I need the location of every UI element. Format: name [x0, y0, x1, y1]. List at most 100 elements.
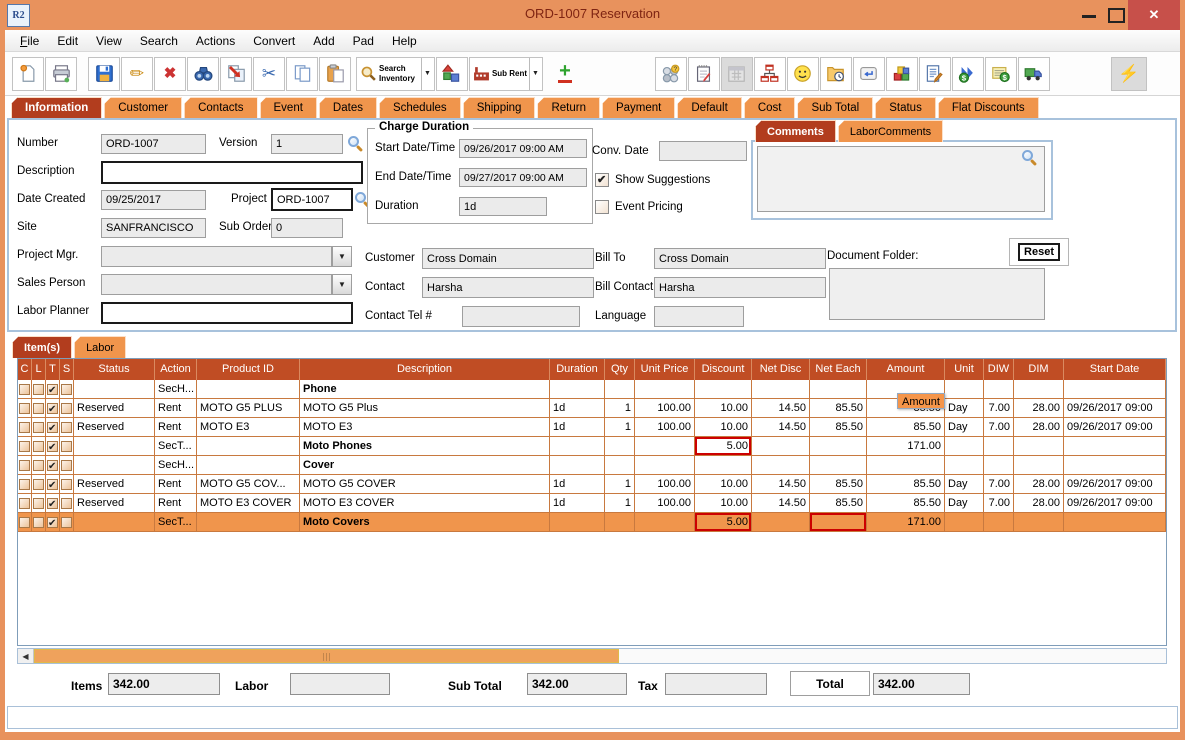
- cell-unit[interactable]: [945, 437, 984, 455]
- cell-unit[interactable]: [945, 456, 984, 474]
- cell-discount[interactable]: 10.00: [695, 418, 752, 436]
- cell-product_id[interactable]: [197, 380, 300, 398]
- checkbox-cell-l[interactable]: [32, 513, 46, 531]
- cell-qty[interactable]: 1: [605, 494, 635, 512]
- cell-status[interactable]: [74, 513, 155, 531]
- cell-diw[interactable]: [984, 513, 1014, 531]
- row-checkbox[interactable]: [33, 383, 44, 395]
- date-created-field[interactable]: 09/25/2017: [101, 190, 206, 210]
- checkbox-cell-l[interactable]: [32, 494, 46, 512]
- row-checkbox[interactable]: [61, 497, 72, 509]
- version-search-icon[interactable]: [347, 135, 363, 151]
- menu-item-pad[interactable]: Pad: [344, 30, 383, 52]
- site-field[interactable]: SANFRANCISCO: [101, 218, 206, 238]
- cell-discount[interactable]: 10.00: [695, 475, 752, 493]
- cell-description[interactable]: Cover: [300, 456, 550, 474]
- project-mgr-dropdown[interactable]: ▼: [332, 246, 352, 267]
- project-mgr-field[interactable]: [101, 246, 332, 267]
- item-row[interactable]: ReservedRentMOTO E3 COVERMOTO E3 COVER1d…: [18, 494, 1166, 513]
- checkbox-cell-t[interactable]: [46, 513, 60, 531]
- checkbox-cell-s[interactable]: [60, 399, 74, 417]
- checkbox-cell-t[interactable]: [46, 399, 60, 417]
- item-row[interactable]: ReservedRentMOTO E3MOTO E31d1100.0010.00…: [18, 418, 1166, 437]
- row-checkbox[interactable]: [61, 421, 72, 433]
- row-checkbox[interactable]: [33, 516, 44, 528]
- checkbox-cell-s[interactable]: [60, 380, 74, 398]
- tab-return[interactable]: Return: [537, 97, 600, 118]
- shipping-button[interactable]: [1017, 56, 1050, 91]
- column-header-amount[interactable]: Amount: [867, 359, 945, 380]
- search-inventory-button[interactable]: Search Inventory ▼: [356, 56, 435, 91]
- tab-flat-discounts[interactable]: Flat Discounts: [937, 97, 1039, 118]
- row-checkbox[interactable]: [19, 516, 30, 528]
- item-row[interactable]: SecH... Phone: [18, 380, 1166, 399]
- cell-status[interactable]: Reserved: [74, 418, 155, 436]
- cell-action[interactable]: SecH...: [155, 380, 197, 398]
- checkbox-cell-l[interactable]: [32, 456, 46, 474]
- row-checkbox[interactable]: [19, 383, 30, 395]
- cell-amount[interactable]: [867, 456, 945, 474]
- tab-default[interactable]: Default: [677, 97, 742, 118]
- duration-field[interactable]: 1d: [459, 197, 547, 216]
- cell-unit_price[interactable]: [635, 437, 695, 455]
- cell-qty[interactable]: [605, 380, 635, 398]
- cell-unit[interactable]: [945, 380, 984, 398]
- checkbox-cell-s[interactable]: [60, 456, 74, 474]
- checkbox-cell-c[interactable]: [18, 494, 32, 512]
- edit-button[interactable]: ✏: [121, 56, 153, 91]
- checkbox-cell-t[interactable]: [46, 418, 60, 436]
- event-pricing-checkbox[interactable]: [595, 200, 609, 214]
- row-checkbox[interactable]: [61, 440, 72, 452]
- cell-description[interactable]: Phone: [300, 380, 550, 398]
- column-header-description[interactable]: Description: [300, 359, 550, 380]
- cell-unit_price[interactable]: [635, 456, 695, 474]
- cell-discount[interactable]: 5.00: [695, 513, 752, 531]
- checkbox-cell-l[interactable]: [32, 418, 46, 436]
- item-row[interactable]: SecT... Moto Phones 5.00 171.00: [18, 437, 1166, 456]
- item-row[interactable]: SecT... Moto Covers 5.00 171.00: [18, 513, 1166, 532]
- cell-start_date[interactable]: 09/26/2017 09:00: [1064, 399, 1166, 417]
- column-header-product-id[interactable]: Product ID: [197, 359, 300, 380]
- tab-schedules[interactable]: Schedules: [378, 97, 461, 118]
- sub-orders-field[interactable]: 0: [271, 218, 343, 238]
- menu-item-actions[interactable]: Actions: [187, 30, 244, 52]
- cell-amount[interactable]: 171.00: [867, 437, 945, 455]
- checkbox-cell-l[interactable]: [32, 380, 46, 398]
- print-button[interactable]: [45, 56, 77, 91]
- sales-person-dropdown[interactable]: ▼: [332, 274, 352, 295]
- cell-qty[interactable]: [605, 513, 635, 531]
- cell-qty[interactable]: 1: [605, 418, 635, 436]
- cell-start_date[interactable]: 09/26/2017 09:00: [1064, 494, 1166, 512]
- description-field[interactable]: [101, 161, 363, 184]
- cell-discount[interactable]: [695, 380, 752, 398]
- row-checkbox[interactable]: [19, 440, 30, 452]
- checkbox-cell-t[interactable]: [46, 456, 60, 474]
- org-chart-button[interactable]: [753, 56, 786, 91]
- checkbox-cell-t[interactable]: [46, 380, 60, 398]
- column-header-net-each[interactable]: Net Each: [810, 359, 867, 380]
- version-field[interactable]: 1: [271, 134, 343, 154]
- menu-item-add[interactable]: Add: [304, 30, 343, 52]
- conv-date-field[interactable]: [659, 141, 747, 161]
- sales-person-field[interactable]: [101, 274, 332, 295]
- tab-dates[interactable]: Dates: [318, 97, 377, 118]
- column-header-s[interactable]: S: [60, 359, 74, 380]
- cell-duration[interactable]: [550, 513, 605, 531]
- checkbox-cell-c[interactable]: [18, 475, 32, 493]
- cell-qty[interactable]: [605, 437, 635, 455]
- contact-tel-field[interactable]: [462, 306, 580, 327]
- shapes-button[interactable]: [435, 56, 468, 91]
- cell-unit[interactable]: Day: [945, 475, 984, 493]
- item-row[interactable]: SecH... Cover: [18, 456, 1166, 475]
- row-checkbox[interactable]: [19, 402, 30, 414]
- cell-product_id[interactable]: [197, 437, 300, 455]
- checkbox-cell-s[interactable]: [60, 513, 74, 531]
- start-datetime-field[interactable]: 09/26/2017 09:00 AM: [459, 139, 587, 158]
- cell-product_id[interactable]: [197, 513, 300, 531]
- cell-net_each[interactable]: 85.50: [810, 494, 867, 512]
- cell-description[interactable]: MOTO G5 Plus: [300, 399, 550, 417]
- cell-dim[interactable]: [1014, 437, 1064, 455]
- column-header-duration[interactable]: Duration: [550, 359, 605, 380]
- cell-unit[interactable]: Day: [945, 418, 984, 436]
- delete-button[interactable]: ✖: [154, 56, 186, 91]
